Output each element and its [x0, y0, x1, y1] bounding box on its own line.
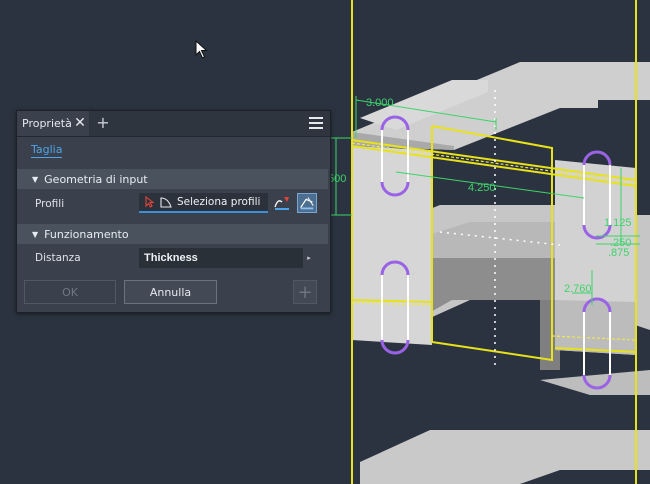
flip-direction-icon[interactable] [272, 193, 292, 213]
caret-down-icon: ▼ [32, 229, 39, 239]
surface-select-icon[interactable] [297, 193, 317, 213]
distance-label: Distanza [35, 252, 81, 264]
tab-properties[interactable]: Proprietà ✕ [17, 111, 89, 136]
distance-value: Thickness [144, 252, 198, 264]
caret-down-icon: ▼ [32, 174, 39, 184]
dimension-3000: 3.000 [366, 97, 394, 109]
dimension-4250: 4.250 [468, 182, 496, 194]
select-profiles-button[interactable]: Seleziona profili [139, 193, 268, 213]
left-face [352, 146, 432, 345]
ok-button[interactable]: OK [24, 280, 116, 304]
profiles-button-label: Seleziona profili [177, 196, 261, 208]
menu-icon[interactable] [309, 117, 323, 129]
tab-title: Proprietà [22, 117, 72, 130]
panel-tabbar: Proprietà ✕ + [17, 111, 330, 137]
distance-dropdown[interactable]: Thickness ▸ [139, 248, 315, 268]
add-tab-icon[interactable]: + [96, 115, 110, 131]
cancel-button[interactable]: Annulla [124, 280, 217, 304]
section-title: Geometria di input [44, 172, 148, 186]
section-title: Funzionamento [44, 227, 129, 241]
dimension-1125: 1.125 [604, 217, 632, 229]
section-behavior[interactable]: ▼ Funzionamento [17, 224, 328, 244]
select-arrow-icon [145, 196, 155, 208]
close-icon[interactable]: ✕ [73, 116, 87, 130]
profile-shape-icon [160, 197, 172, 208]
section-input-geometry[interactable]: ▼ Geometria di input [17, 169, 328, 189]
chevron-right-icon: ▸ [303, 248, 315, 268]
command-row: Taglia [17, 137, 330, 161]
command-link-taglia[interactable]: Taglia [31, 144, 63, 158]
dimension-875: .875 [608, 247, 629, 259]
mouse-cursor-icon [195, 40, 208, 59]
apply-plus-button[interactable]: + [293, 280, 317, 304]
dimension-2760: 2.760 [564, 283, 592, 295]
properties-panel: Proprietà ✕ + Taglia ▼ Geometria di inpu… [16, 110, 331, 313]
profiles-label: Profili [35, 198, 65, 210]
